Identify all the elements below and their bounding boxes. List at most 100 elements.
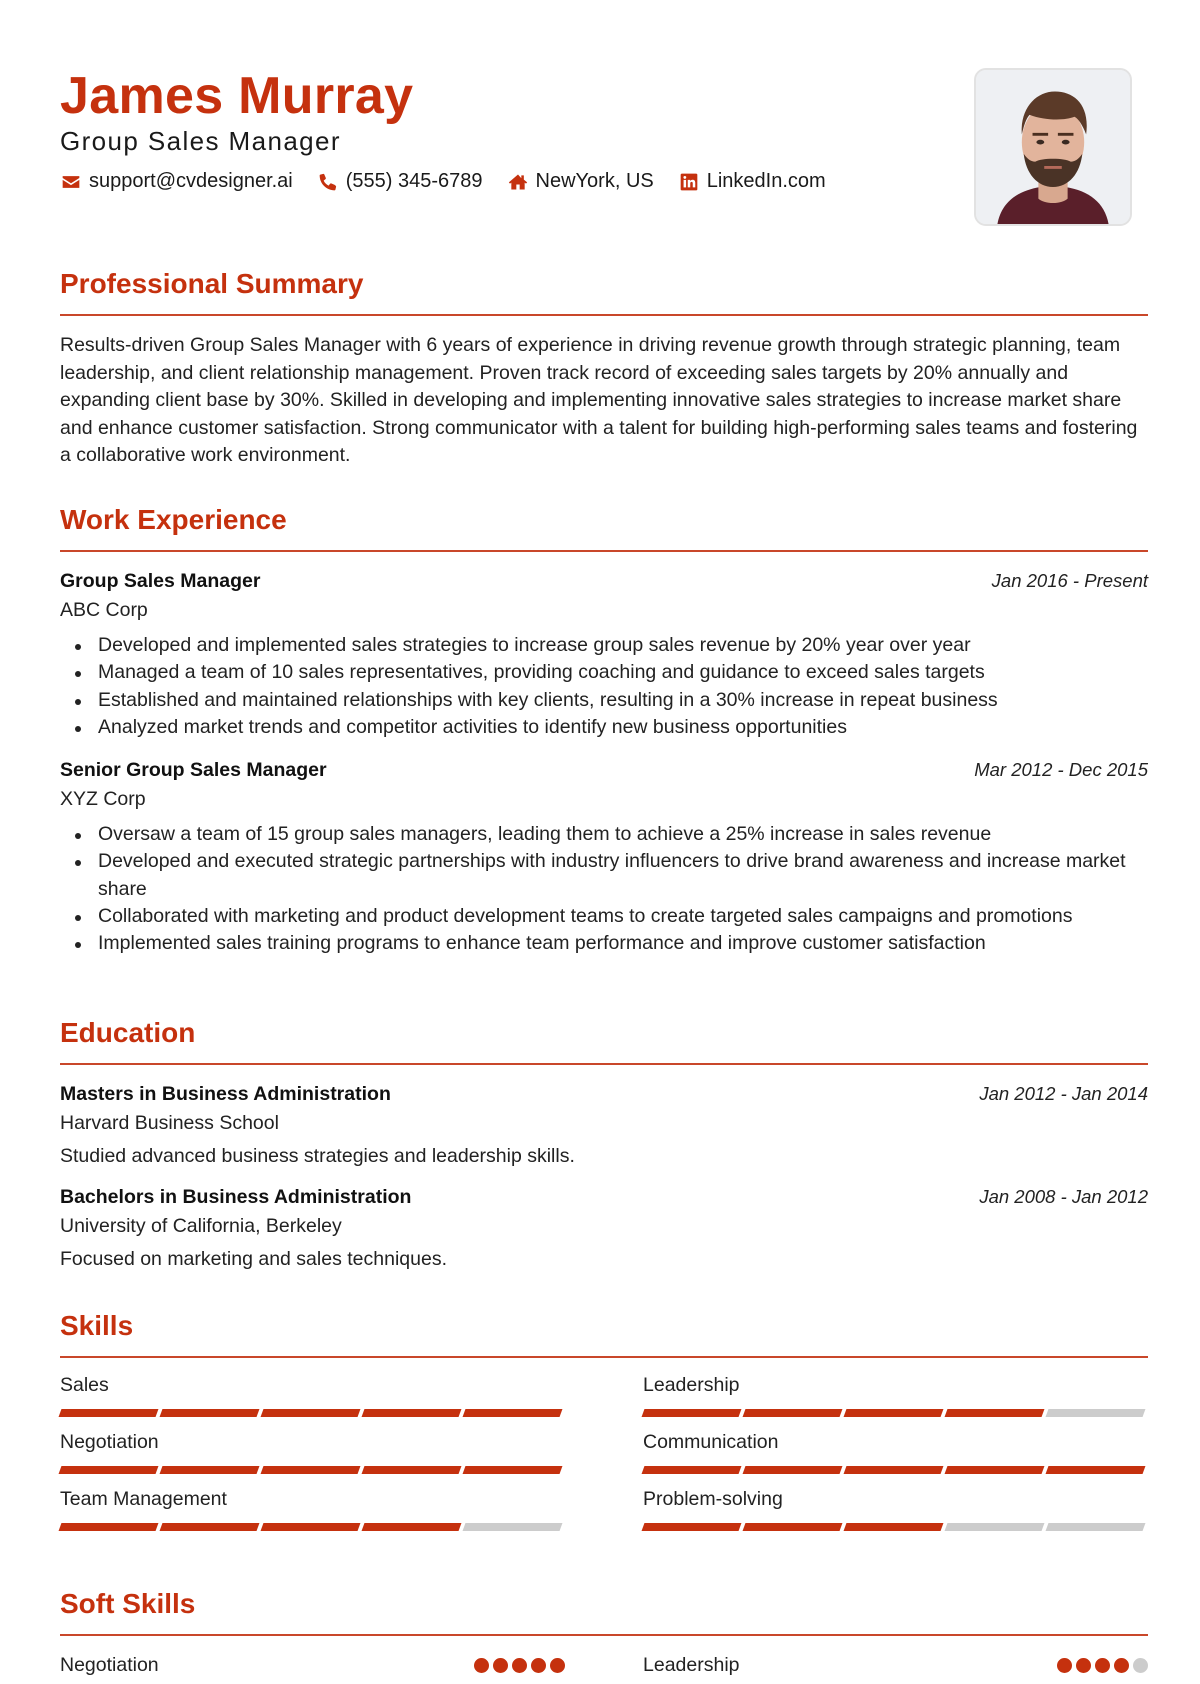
skill-segment-filled: [641, 1523, 742, 1531]
section-divider: [60, 550, 1148, 552]
skill-segment-filled: [944, 1409, 1045, 1417]
company-name: XYZ Corp: [60, 788, 146, 811]
skill-segment-filled: [361, 1523, 462, 1531]
candidate-title: Group Sales Manager: [60, 126, 341, 156]
skill-item: Team Management: [58, 1488, 565, 1531]
soft-skill-item: Negotiation: [60, 1654, 565, 1677]
section-divider: [60, 1634, 1148, 1636]
skills-section: Skills Sales Leadership Negotiation Communi…: [58, 1310, 1148, 1531]
education-entry: Masters in Business Administration Jan 2…: [60, 1083, 1148, 1168]
experience-heading: Work Experience: [60, 504, 287, 535]
skill-name: Sales: [60, 1374, 109, 1396]
skill-name: Team Management: [60, 1488, 227, 1510]
skill-segment-filled: [361, 1409, 462, 1417]
summary-heading: Professional Summary: [60, 268, 364, 299]
summary-section: Professional Summary Results-driven Grou…: [60, 268, 1148, 470]
rating-dot-filled: [550, 1658, 565, 1673]
skill-segment-filled: [361, 1466, 462, 1474]
skill-segment-filled: [843, 1409, 944, 1417]
skill-name: Communication: [643, 1431, 779, 1453]
resume-header: James Murray Group Sales Manager support…: [60, 0, 1148, 250]
job-bullet: Collaborated with marketing and product …: [60, 903, 1148, 930]
contact-location: NewYork, US: [507, 170, 654, 193]
job-bullet: Managed a team of 10 sales representativ…: [60, 659, 1148, 686]
skill-level-bar: [58, 1523, 565, 1531]
soft-skills-grid: Negotiation Leadership: [60, 1654, 1148, 1677]
rating-dot-filled: [1114, 1658, 1129, 1673]
job-dates: Mar 2012 - Dec 2015: [974, 759, 1148, 781]
skill-segment-filled: [159, 1409, 260, 1417]
education-dates: Jan 2012 - Jan 2014: [979, 1083, 1148, 1104]
skill-segment-filled: [742, 1409, 843, 1417]
home-icon: [507, 171, 529, 193]
skill-segment-empty: [1045, 1409, 1146, 1417]
skill-segment-filled: [159, 1523, 260, 1531]
rating-dot-filled: [1076, 1658, 1091, 1673]
skills-heading: Skills: [60, 1310, 134, 1341]
rating-dot-filled: [493, 1658, 508, 1673]
skill-segment-filled: [742, 1523, 843, 1531]
job-bullets: Developed and implemented sales strategi…: [60, 632, 1148, 741]
skill-segment-filled: [944, 1466, 1045, 1474]
skill-segment-filled: [641, 1409, 742, 1417]
job-dates: Jan 2016 - Present: [991, 570, 1148, 591]
skill-segment-filled: [843, 1523, 944, 1531]
soft-skill-name: Leadership: [643, 1654, 740, 1676]
rating-dot-filled: [474, 1658, 489, 1673]
education-description: Studied advanced business strategies and…: [60, 1145, 575, 1167]
job-bullet: Oversaw a team of 15 group sales manager…: [60, 821, 1148, 848]
education-dates: Jan 2008 - Jan 2012: [979, 1186, 1148, 1207]
envelope-icon: [60, 171, 82, 193]
soft-skills-section: Soft Skills Negotiation Leadership: [60, 1588, 1148, 1677]
job-bullet: Developed and implemented sales strategi…: [60, 632, 1148, 659]
skill-level-bar: [641, 1409, 1148, 1417]
school-name: University of California, Berkeley: [60, 1215, 342, 1237]
rating-dot-filled: [531, 1658, 546, 1673]
phone-icon: [317, 171, 339, 193]
section-divider: [60, 1063, 1148, 1065]
linkedin-icon: [678, 171, 700, 193]
education-entry: Bachelors in Business Administration Jan…: [60, 1186, 1148, 1271]
job-title: Senior Group Sales Manager: [60, 759, 327, 782]
skill-item: Negotiation: [58, 1431, 565, 1474]
degree-name: Bachelors in Business Administration: [60, 1186, 412, 1208]
education-heading: Education: [60, 1017, 196, 1048]
skill-item: Leadership: [641, 1374, 1148, 1417]
soft-skill-rating: [470, 1658, 565, 1673]
skill-name: Leadership: [643, 1374, 740, 1396]
skill-segment-empty: [944, 1523, 1045, 1531]
skill-segment-filled: [58, 1523, 159, 1531]
rating-dot-empty: [1133, 1658, 1148, 1673]
skill-segment-filled: [641, 1466, 742, 1474]
profile-photo-illustration: [976, 70, 1130, 224]
skill-segment-filled: [742, 1466, 843, 1474]
degree-name: Masters in Business Administration: [60, 1083, 391, 1105]
skill-segment-filled: [58, 1466, 159, 1474]
candidate-name: James Murray: [60, 67, 414, 125]
skill-item: Problem-solving: [641, 1488, 1148, 1531]
section-divider: [60, 314, 1148, 316]
profile-photo: [974, 68, 1132, 226]
contact-phone-text: (555) 345-6789: [345, 170, 483, 192]
company-name: ABC Corp: [60, 599, 148, 621]
contact-linkedin[interactable]: LinkedIn.com: [678, 170, 826, 193]
skill-segment-filled: [58, 1409, 159, 1417]
rating-dot-filled: [1095, 1658, 1110, 1673]
contact-phone[interactable]: (555) 345-6789: [317, 170, 483, 193]
skill-segment-filled: [159, 1466, 260, 1474]
rating-dot-filled: [1057, 1658, 1072, 1673]
resume-page: James Murray Group Sales Manager support…: [58, 0, 1148, 1676]
skill-segment-empty: [1045, 1523, 1146, 1531]
contact-linkedin-text: LinkedIn.com: [706, 170, 826, 192]
rating-dot-filled: [512, 1658, 527, 1673]
experience-entry: Senior Group Sales Manager Mar 2012 - De…: [60, 759, 1148, 957]
contact-email[interactable]: support@cvdesigner.ai: [60, 170, 293, 193]
contact-list: support@cvdesigner.ai (555) 345-6789 New…: [60, 170, 850, 193]
skill-segment-filled: [260, 1409, 361, 1417]
job-bullet: Established and maintained relationships…: [60, 687, 1148, 714]
skills-grid: Sales Leadership Negotiation Communication T…: [58, 1374, 1148, 1531]
skill-level-bar: [58, 1409, 565, 1417]
experience-section: Work Experience Group Sales Manager Jan …: [60, 504, 1148, 958]
summary-text: Results-driven Group Sales Manager with …: [60, 334, 1138, 466]
soft-skill-name: Negotiation: [60, 1654, 159, 1676]
